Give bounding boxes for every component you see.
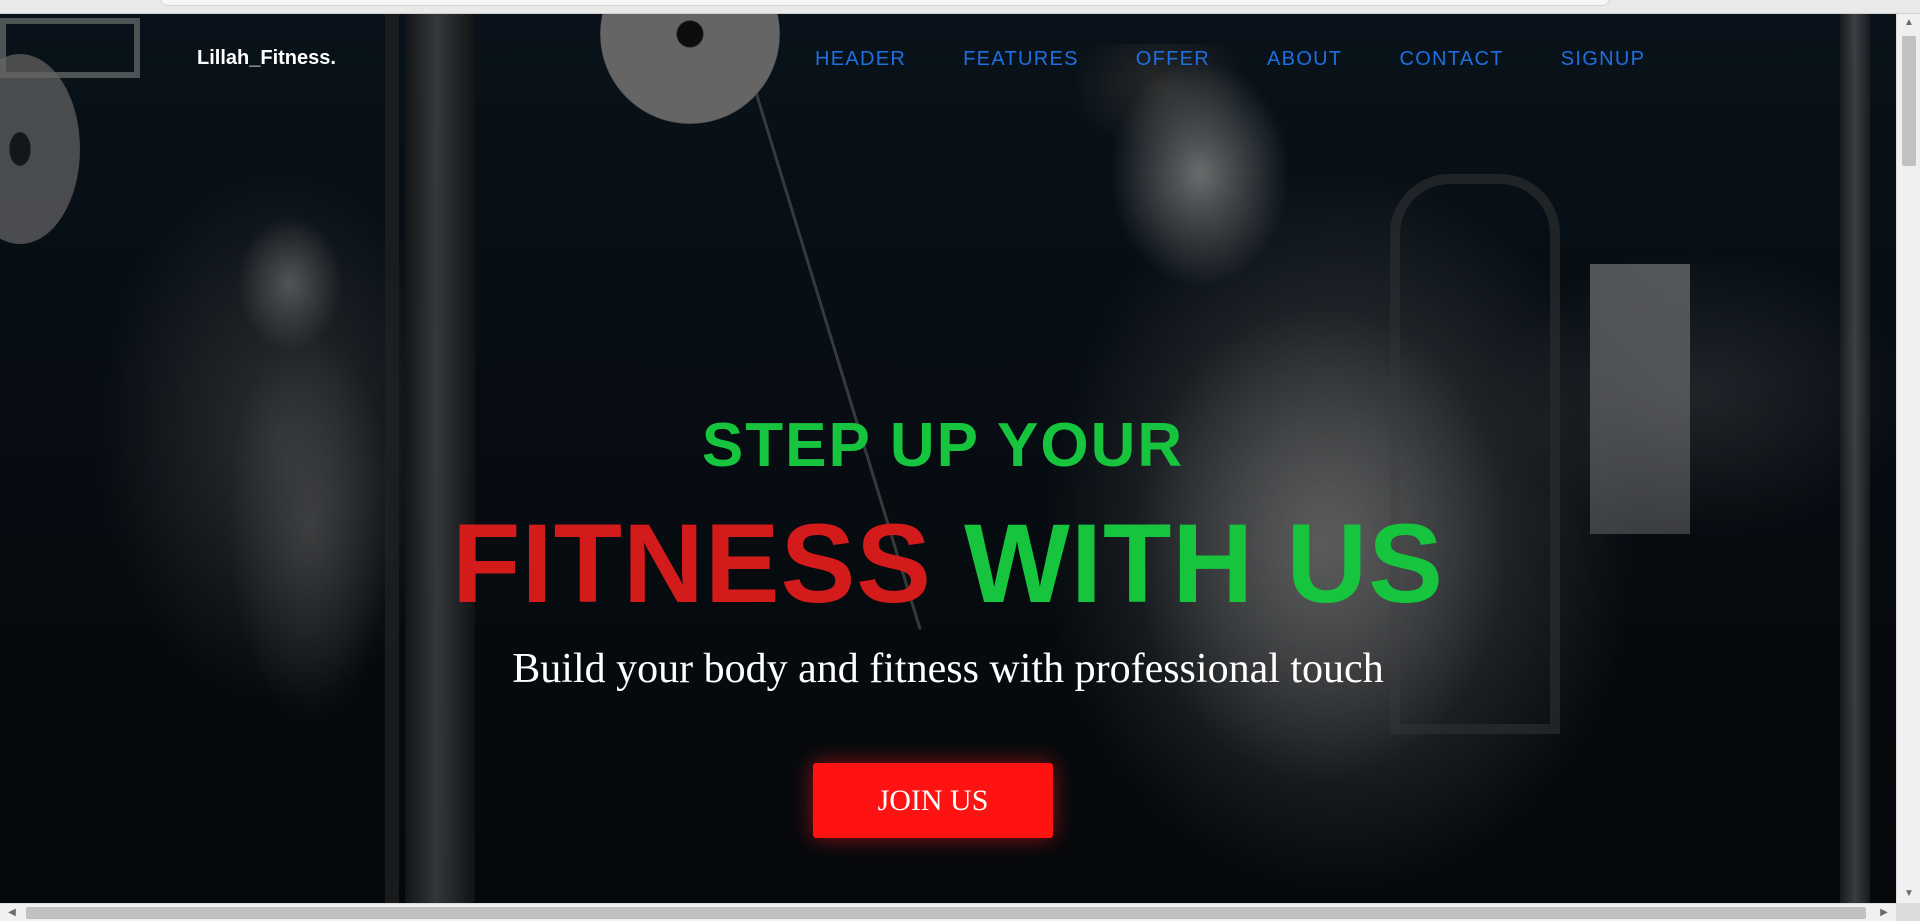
scroll-left-icon[interactable]: ◀ <box>2 904 22 921</box>
hero-heading-with-us: WITH US <box>964 501 1444 626</box>
brand-logo[interactable]: Lillah_Fitness. <box>197 47 336 70</box>
horizontal-scroll-thumb[interactable] <box>26 907 1866 919</box>
scroll-down-icon[interactable]: ▼ <box>1897 885 1920 903</box>
hero-heading-fitness: FITNESS <box>452 501 932 626</box>
scrollbar-corner <box>1896 903 1920 921</box>
hero-subtitle: Build your body and fitness with profess… <box>512 646 1384 692</box>
nav-item-offer[interactable]: OFFER <box>1136 48 1210 71</box>
address-bar-edge <box>160 0 1610 6</box>
nav-item-contact[interactable]: CONTACT <box>1399 48 1503 71</box>
nav-item-header[interactable]: HEADER <box>815 48 906 71</box>
scroll-right-icon[interactable]: ▶ <box>1874 904 1894 921</box>
vertical-scroll-thumb[interactable] <box>1902 36 1916 166</box>
hero-heading-line1: STEP UP YOUR <box>701 411 1185 480</box>
nav-item-features[interactable]: FEATURES <box>963 48 1079 71</box>
vertical-scrollbar[interactable]: ▲ ▼ <box>1896 14 1920 903</box>
nav-item-signup[interactable]: SIGNUP <box>1561 48 1645 71</box>
nav-item-about[interactable]: ABOUT <box>1267 48 1342 71</box>
join-us-button[interactable]: JOIN US <box>813 763 1053 838</box>
scroll-up-icon[interactable]: ▲ <box>1897 14 1920 32</box>
horizontal-scrollbar[interactable]: ◀ ▶ <box>0 903 1896 921</box>
main-nav: HEADER FEATURES OFFER ABOUT CONTACT SIGN… <box>815 48 1645 71</box>
browser-top-strip <box>0 0 1920 14</box>
hero-heading-line2: FITNESS WITH US <box>0 508 1896 620</box>
